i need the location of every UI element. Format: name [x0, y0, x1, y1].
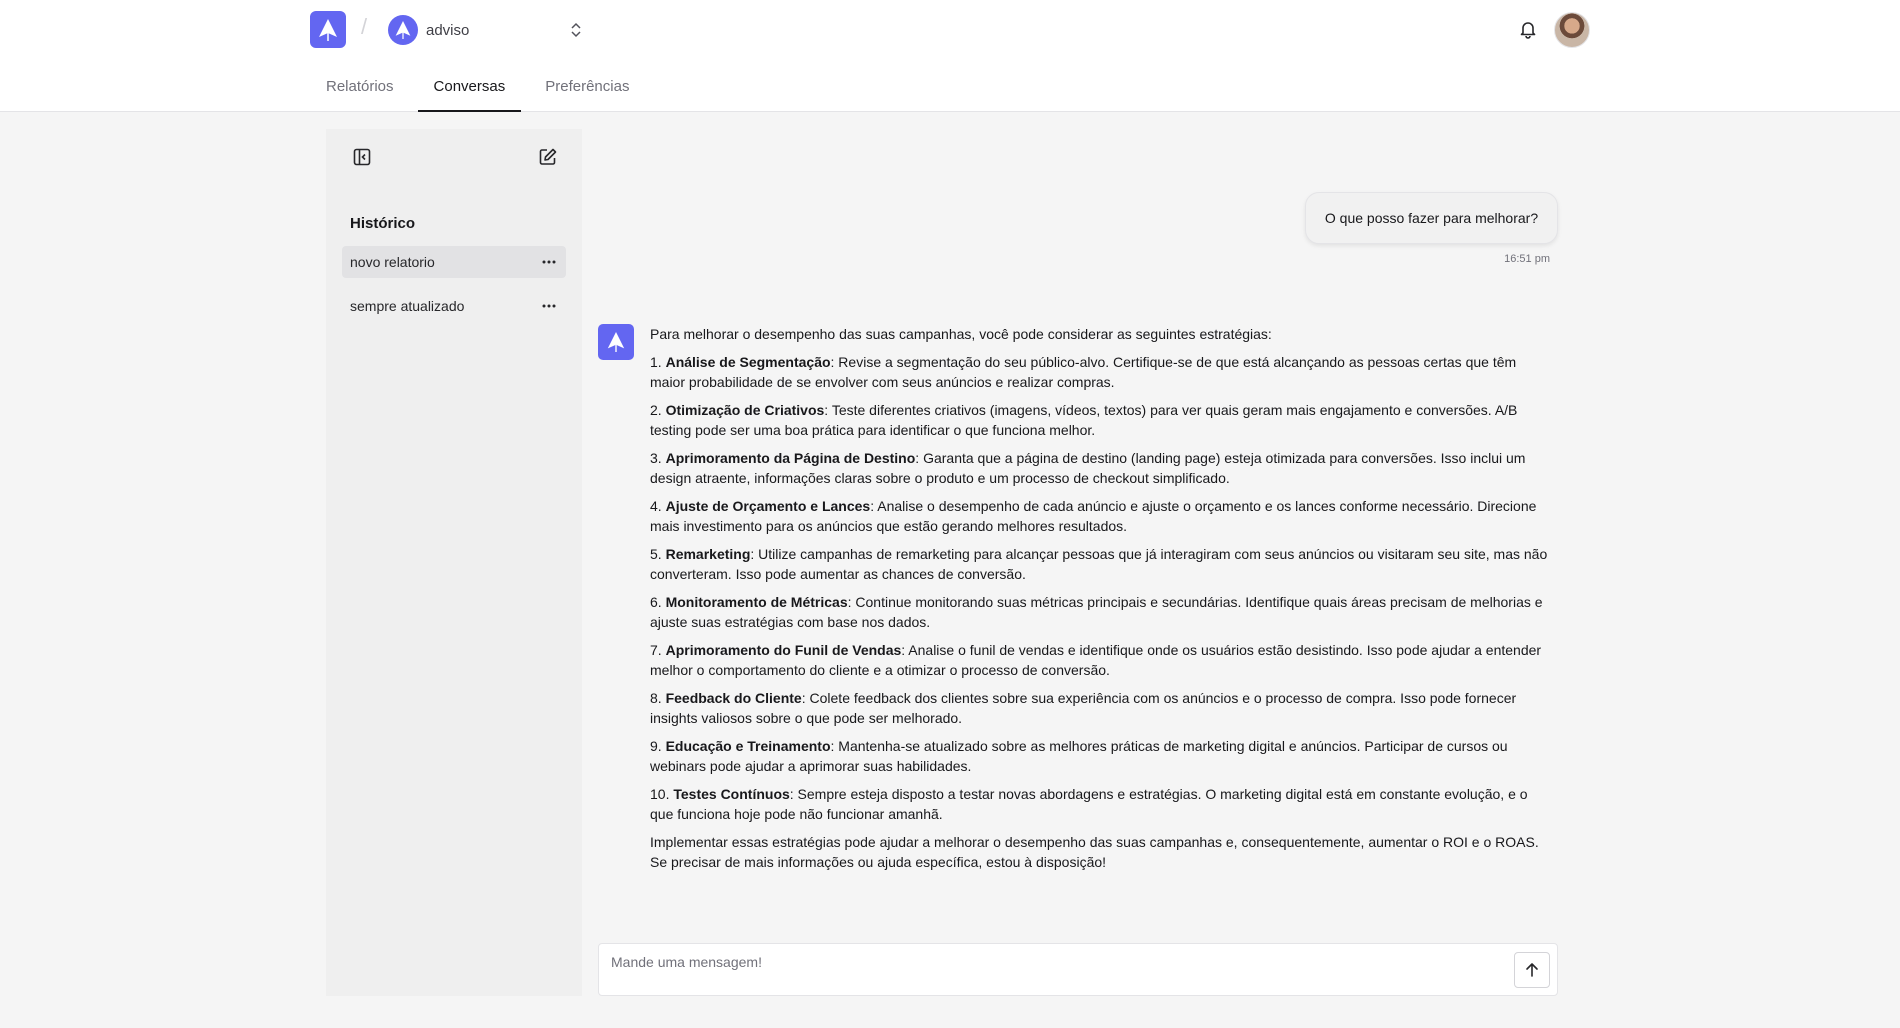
strategy-number: 4.	[650, 498, 662, 514]
breadcrumb-separator: /	[361, 14, 368, 39]
strategy-title: Remarketing	[665, 546, 751, 562]
tab-relatorios[interactable]: Relatórios	[310, 70, 410, 112]
strategy-number: 9.	[650, 738, 662, 754]
strategy-item: 2. Otimização de Criativos: Teste difere…	[650, 400, 1550, 440]
history-item[interactable]: novo relatorio	[342, 246, 566, 278]
message-timestamp: 16:51 pm	[1504, 253, 1550, 265]
strategy-number: 3.	[650, 450, 662, 466]
bell-icon[interactable]	[1518, 19, 1538, 39]
conversation-sidebar: Histórico novo relatorio sempre atualiza…	[326, 129, 582, 996]
strategy-title: Otimização de Criativos	[665, 402, 825, 418]
strategy-title: Ajuste de Orçamento e Lances	[665, 498, 871, 514]
org-logo-icon	[388, 15, 418, 45]
ellipsis-icon[interactable]	[540, 298, 558, 314]
user-message-text: O que posso fazer para melhorar?	[1324, 210, 1539, 226]
ellipsis-icon[interactable]	[540, 254, 558, 270]
strategy-item: 1. Análise de Segmentação: Revise a segm…	[650, 352, 1550, 392]
message-input[interactable]	[611, 952, 1491, 972]
history-item[interactable]: sempre atualizado	[342, 290, 566, 322]
strategy-number: 7.	[650, 642, 662, 658]
strategy-number: 5.	[650, 546, 662, 562]
strategy-text: : Utilize campanhas de remarketing para …	[650, 546, 1548, 582]
strategy-item: 3. Aprimoramento da Página de Destino: G…	[650, 448, 1550, 488]
assistant-outro: Implementar essas estratégias pode ajuda…	[650, 834, 1539, 870]
tab-preferencias[interactable]: Preferências	[529, 70, 645, 112]
assistant-avatar-icon	[598, 324, 634, 360]
strategy-item: 5. Remarketing: Utilize campanhas de rem…	[650, 544, 1550, 584]
strategy-item: 7. Aprimoramento do Funil de Vendas: Ana…	[650, 640, 1550, 680]
panel-left-close-icon[interactable]	[348, 143, 376, 171]
strategy-item: 6. Monitoramento de Métricas: Continue m…	[650, 592, 1550, 632]
strategy-title: Aprimoramento da Página de Destino	[665, 450, 916, 466]
send-button[interactable]	[1514, 952, 1550, 988]
strategy-title: Análise de Segmentação	[665, 354, 831, 370]
strategy-title: Aprimoramento do Funil de Vendas	[665, 642, 902, 658]
strategy-item: 10. Testes Contínuos: Sempre esteja disp…	[650, 784, 1550, 824]
user-message-bubble: O que posso fazer para melhorar?	[1305, 192, 1558, 244]
strategy-number: 8.	[650, 690, 662, 706]
strategy-item: 4. Ajuste de Orçamento e Lances: Analise…	[650, 496, 1550, 536]
top-header: / adviso Relatórios Conversas Preferênci…	[0, 0, 1900, 112]
history-item-label: novo relatorio	[350, 254, 435, 270]
org-name: adviso	[426, 21, 470, 39]
assistant-message: Para melhorar o desempenho das suas camp…	[650, 324, 1550, 880]
organization-switcher[interactable]: adviso	[388, 14, 583, 46]
strategy-title: Monitoramento de Métricas	[665, 594, 848, 610]
message-composer	[598, 943, 1558, 996]
chevron-up-down-icon[interactable]	[569, 21, 583, 44]
strategy-title: Educação e Treinamento	[665, 738, 831, 754]
strategy-number: 10.	[650, 786, 670, 802]
user-avatar[interactable]	[1554, 12, 1590, 48]
strategy-number: 1.	[650, 354, 662, 370]
strategy-number: 2.	[650, 402, 662, 418]
main-tabs: Relatórios Conversas Preferências	[310, 70, 653, 112]
rocket-logo-icon[interactable]	[310, 11, 346, 48]
strategy-item: 8. Feedback do Cliente: Colete feedback …	[650, 688, 1550, 728]
strategy-title: Feedback do Cliente	[665, 690, 802, 706]
assistant-intro: Para melhorar o desempenho das suas camp…	[650, 326, 1272, 342]
arrow-up-icon	[1526, 963, 1538, 977]
strategy-title: Testes Contínuos	[673, 786, 790, 802]
history-title: Histórico	[350, 215, 416, 232]
strategy-item: 9. Educação e Treinamento: Mantenha-se a…	[650, 736, 1550, 776]
edit-square-icon[interactable]	[534, 143, 562, 171]
tab-conversas[interactable]: Conversas	[417, 70, 522, 112]
strategy-number: 6.	[650, 594, 662, 610]
history-item-label: sempre atualizado	[350, 298, 465, 314]
